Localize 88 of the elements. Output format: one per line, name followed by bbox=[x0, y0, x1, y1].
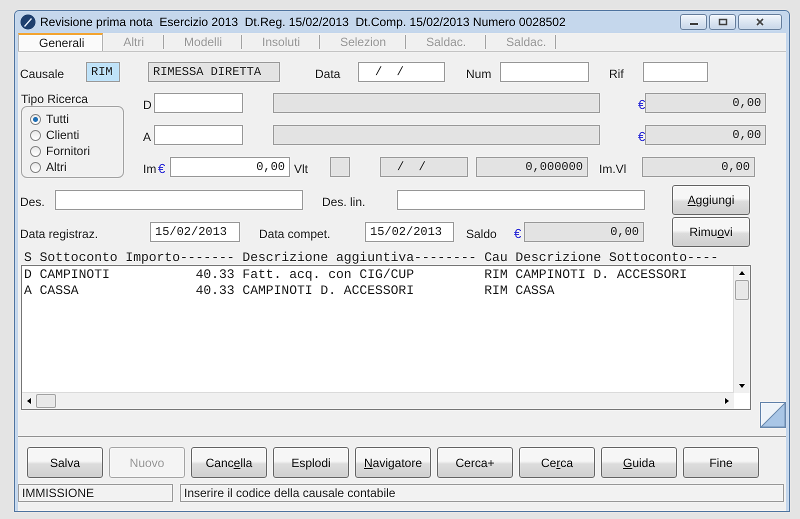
remove-button[interactable]: Rimuovi bbox=[672, 217, 750, 247]
radio-button[interactable] bbox=[30, 146, 41, 156]
toolbar-button[interactable]: Cerca+ bbox=[437, 447, 513, 478]
status-field: IMMISSIONE bbox=[18, 484, 173, 502]
table-cell-text: Fatt. acq. con CIG/CUP bbox=[242, 267, 416, 283]
radio-label: Altri bbox=[46, 160, 67, 174]
toolbar-button[interactable]: Fine bbox=[683, 447, 759, 478]
toolbar-button[interactable]: Cerca bbox=[519, 447, 595, 478]
input-field[interactable] bbox=[55, 190, 303, 210]
field-label: Vlt bbox=[294, 161, 310, 177]
field-label: Im bbox=[143, 161, 158, 177]
maximize-button[interactable] bbox=[709, 14, 736, 30]
scrollbar-thumb[interactable] bbox=[36, 394, 56, 408]
app-icon bbox=[20, 14, 36, 30]
radio-button[interactable] bbox=[30, 130, 41, 140]
field-label: Causale bbox=[20, 66, 66, 82]
currency-symbol: € bbox=[158, 161, 166, 177]
table-cell-text: CAMPINOTI bbox=[40, 267, 111, 283]
field-label: Rif bbox=[609, 66, 625, 82]
currency-symbol: € bbox=[638, 97, 646, 113]
toolbar-button[interactable]: Navigatore bbox=[355, 447, 431, 478]
horizontal-scrollbar[interactable] bbox=[22, 392, 734, 409]
input-field[interactable]: 15/02/2013 bbox=[365, 222, 454, 242]
toolbar-button[interactable]: Guida bbox=[601, 447, 677, 478]
column-header: Descrizione Sottoconto---- bbox=[515, 251, 718, 265]
tab[interactable]: Generali bbox=[18, 33, 104, 51]
readonly-field: RIMESSA DIRETTA bbox=[148, 62, 280, 82]
toolbar-button[interactable]: Cancella bbox=[191, 447, 267, 478]
toolbar-button[interactable]: Salva bbox=[27, 447, 103, 478]
currency-symbol: € bbox=[638, 129, 646, 145]
input-field[interactable]: RIM bbox=[86, 62, 120, 82]
scrollbar-thumb[interactable] bbox=[735, 280, 749, 300]
field-label: Data bbox=[315, 66, 342, 82]
readonly-field: / / bbox=[380, 157, 468, 177]
column-header: Sottoconto bbox=[40, 251, 118, 265]
input-field[interactable]: 15/02/2013 bbox=[150, 222, 240, 242]
radio-label: Clienti bbox=[46, 128, 80, 142]
column-header: Descrizione aggiuntiva-------- bbox=[242, 251, 476, 265]
table-cell: A bbox=[24, 283, 32, 299]
column-header: S bbox=[24, 251, 32, 265]
field-label: Im.Vl bbox=[599, 161, 628, 177]
minimize-button[interactable] bbox=[680, 14, 707, 30]
table-cell: RIM bbox=[484, 283, 508, 299]
group-label: Tipo Ricerca bbox=[21, 92, 89, 106]
add-button[interactable]: Aggiungi bbox=[672, 185, 750, 215]
field-label: Des. lin. bbox=[322, 194, 366, 210]
radio-label: Fornitori bbox=[46, 144, 90, 158]
table-cell-text: 40.33 bbox=[194, 283, 235, 299]
input-field[interactable]: / / bbox=[358, 62, 445, 82]
toolbar-button[interactable]: Esplodi bbox=[273, 447, 349, 478]
readonly-field: 0,00 bbox=[645, 125, 766, 145]
radio-button[interactable] bbox=[30, 162, 41, 172]
column-header: Cau bbox=[484, 251, 508, 265]
status-message: Inserire il codice della causale contabile bbox=[180, 484, 784, 502]
field-label: Saldo bbox=[466, 226, 498, 242]
window-title: Revisione prima nota Esercizio 2013 Dt.Reg. 15/02/2013 Dt.Comp. 15/02/2013 Numero 0028502 bbox=[40, 15, 566, 29]
table-cell-text: CASSA bbox=[40, 283, 80, 299]
field-label: Num bbox=[466, 66, 492, 82]
table-cell-text: CAMPINOTI D. ACCESSORI bbox=[515, 267, 688, 283]
readonly-field: 0,00 bbox=[524, 222, 644, 242]
column-header: Importo------- bbox=[125, 251, 235, 265]
readonly-field bbox=[330, 157, 350, 177]
input-field[interactable] bbox=[397, 190, 645, 210]
field-label: Data compet. bbox=[259, 226, 332, 242]
close-icon bbox=[755, 18, 765, 26]
input-field[interactable] bbox=[500, 62, 589, 82]
readonly-field: 0,00 bbox=[642, 157, 755, 177]
field-label: Des. bbox=[20, 194, 46, 210]
maximize-icon bbox=[718, 18, 728, 26]
radio-label: Tutti bbox=[46, 112, 69, 126]
field-label: D bbox=[143, 97, 153, 113]
input-field[interactable] bbox=[154, 93, 243, 113]
table-cell: RIM bbox=[484, 267, 508, 283]
table-cell-text: 40.33 bbox=[194, 267, 235, 283]
input-field[interactable]: 0,00 bbox=[170, 157, 290, 177]
close-button[interactable] bbox=[738, 14, 782, 30]
field-label: A bbox=[143, 129, 152, 145]
table-cell-text: CAMPINOTI D. ACCESSORI bbox=[242, 283, 416, 299]
currency-symbol: € bbox=[514, 226, 522, 242]
readonly-field: 0,00 bbox=[645, 93, 766, 113]
vertical-scrollbar[interactable] bbox=[733, 266, 750, 393]
input-field[interactable] bbox=[643, 62, 708, 82]
table-cell-text: CASSA bbox=[515, 283, 556, 299]
radio-button[interactable] bbox=[30, 114, 41, 124]
readonly-field: 0,000000 bbox=[476, 157, 588, 177]
field-label: Data registraz. bbox=[20, 226, 100, 242]
input-field[interactable] bbox=[154, 125, 243, 145]
table-cell: D bbox=[24, 267, 32, 283]
